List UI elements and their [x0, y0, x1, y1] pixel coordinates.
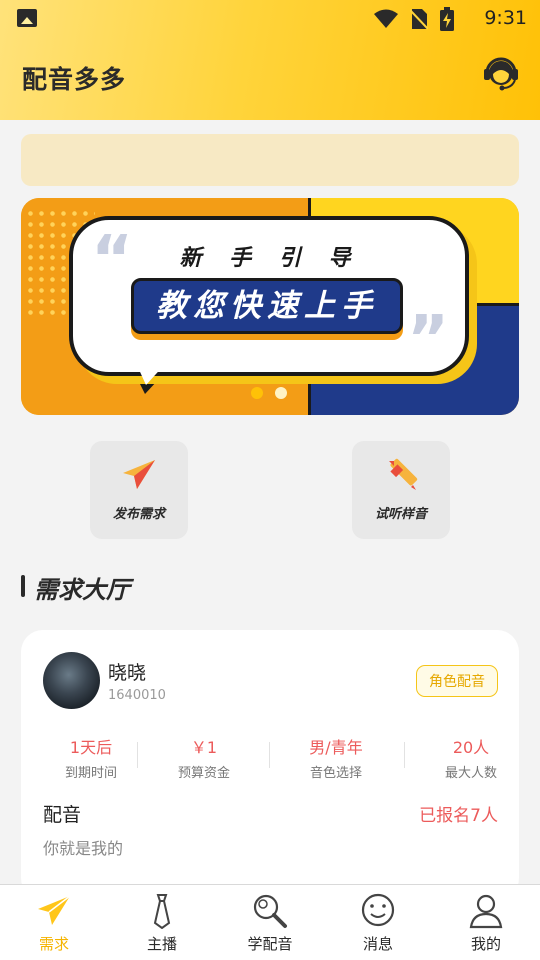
notice-bar[interactable] [21, 134, 519, 186]
stat-divider [269, 742, 270, 768]
tab-learn[interactable]: 学配音 [216, 885, 324, 960]
user-icon [469, 894, 503, 929]
banner-subtitle: 新 手 引 导 [179, 246, 361, 271]
tab-messages[interactable]: 消息 [324, 885, 432, 960]
status-time: 9:31 [484, 7, 527, 29]
stat-budget: ￥1 预算资金 [156, 734, 252, 781]
tab-label: 主播 [146, 935, 177, 953]
user-name: 晓晓 [108, 662, 147, 684]
tab-label: 我的 [470, 935, 501, 953]
tab-label: 学配音 [247, 935, 293, 953]
smile-chat-icon [361, 893, 395, 927]
tab-demand[interactable]: 需求 [0, 885, 108, 960]
listen-sample-label: 试听样音 [374, 507, 427, 522]
stat-value: 男/青年 [309, 738, 363, 757]
wifi-icon [374, 9, 398, 28]
role-tag: 角色配音 [416, 665, 498, 697]
pager-dot-active[interactable] [275, 387, 287, 399]
stat-deadline: 1天后 到期时间 [43, 734, 139, 781]
tab-mine[interactable]: 我的 [432, 885, 540, 960]
signup-count: 已报名7人 [419, 806, 498, 826]
demand-title: 配音 [43, 804, 82, 826]
pager-dot[interactable] [251, 387, 263, 399]
demand-stats: 1天后 到期时间 ￥1 预算资金 男/青年 音色选择 20人 最大人数 [21, 734, 519, 784]
tab-label: 需求 [38, 935, 69, 953]
app-title: 配音多多 [22, 65, 127, 94]
stat-value: ￥1 [190, 738, 218, 757]
stat-max-people: 20人 最大人数 [423, 734, 519, 781]
headset-icon[interactable] [482, 54, 520, 92]
status-bar: 9:31 [0, 0, 540, 36]
stat-label: 预算资金 [177, 766, 230, 781]
demand-card[interactable]: 晓晓 1640010 角色配音 1天后 到期时间 ￥1 预算资金 男/青年 音色… [21, 630, 519, 900]
close-quote: ” [407, 303, 450, 377]
publish-demand-label: 发布需求 [112, 507, 165, 522]
battery-charging-icon [440, 7, 454, 31]
listen-sample-button[interactable]: 试听样音 [352, 441, 450, 539]
magnifier-icon [253, 894, 287, 928]
tab-anchor[interactable]: 主播 [108, 885, 216, 960]
no-sim-icon [410, 9, 428, 30]
stat-value: 1天后 [69, 738, 113, 757]
stat-label: 音色选择 [309, 766, 362, 781]
avatar[interactable] [43, 652, 100, 709]
guide-banner[interactable]: “ ” 新 手 引 导 教您快速上手 [21, 198, 519, 415]
banner-pager [251, 387, 287, 399]
paper-plane-icon [38, 895, 71, 925]
pencil-icon [389, 458, 418, 490]
stat-label: 最大人数 [444, 766, 497, 781]
section-marker [21, 575, 25, 597]
status-icons [374, 7, 454, 31]
stat-value: 20人 [452, 738, 490, 757]
top-bar: 9:31 配音多多 [0, 0, 540, 120]
stat-divider [137, 742, 138, 768]
stat-label: 到期时间 [64, 766, 117, 781]
tie-icon [153, 894, 171, 929]
bubble-tail-inner [136, 363, 166, 385]
section-title: 需求大厅 [34, 576, 130, 604]
publish-demand-button[interactable]: 发布需求 [90, 441, 188, 539]
bottom-tab-bar: 需求 主播 学配音 消息 我的 [0, 884, 540, 960]
paper-plane-icon [123, 460, 155, 489]
stat-divider [404, 742, 405, 768]
image-notification-icon [17, 9, 37, 27]
stat-voice: 男/青年 音色选择 [288, 734, 384, 781]
user-id: 1640010 [108, 688, 166, 703]
demand-description: 你就是我的 [43, 839, 124, 858]
banner-headline: 教您快速上手 [131, 278, 403, 334]
tab-label: 消息 [362, 935, 393, 953]
